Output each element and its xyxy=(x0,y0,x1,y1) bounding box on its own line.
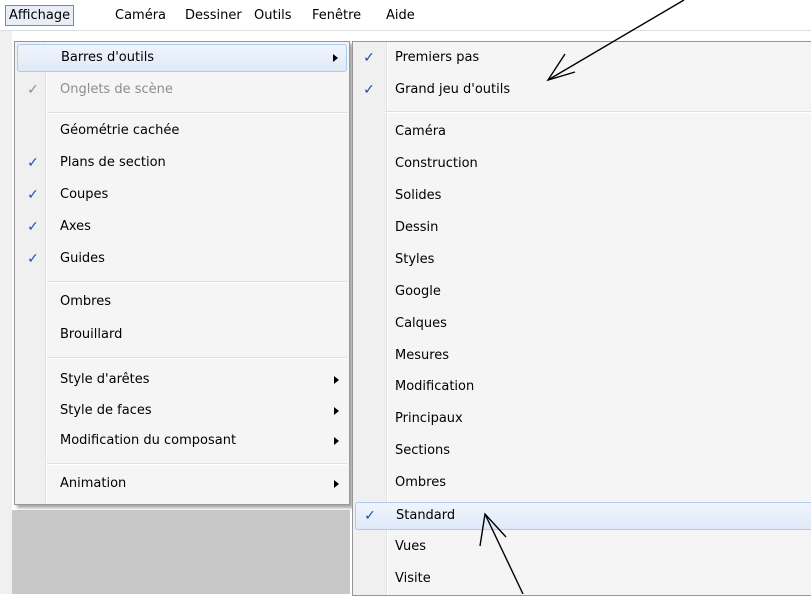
annotation-arrow xyxy=(546,0,685,82)
annotation-layer xyxy=(479,0,685,594)
annotation-arrow xyxy=(479,512,524,594)
